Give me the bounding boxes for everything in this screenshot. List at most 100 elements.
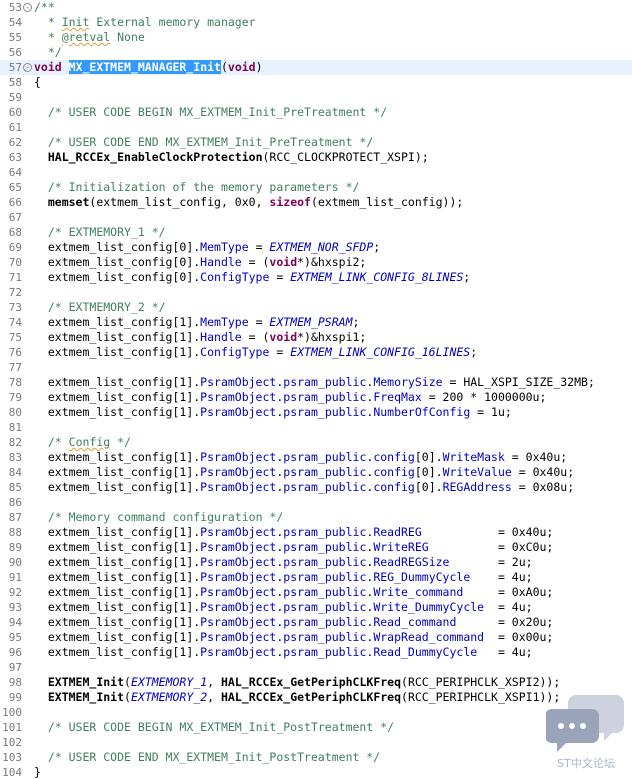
code-line[interactable]: 62 /* USER CODE END MX_EXTMEM_Init_PreTr… — [0, 135, 632, 150]
code-token: Write_command — [373, 585, 464, 599]
code-line[interactable]: 79 extmem_list_config[1].PsramObject.psr… — [0, 390, 632, 405]
line-number: 97 — [8, 661, 22, 674]
code-token: config — [373, 465, 415, 479]
code-token: ; — [470, 345, 478, 359]
line-number: 81 — [8, 421, 22, 434]
code-token: extmem_list_config[1]. — [34, 465, 201, 479]
code-token: EXTMEM_LINK_CONFIG_16LINES — [290, 345, 471, 359]
code-line[interactable]: 90 extmem_list_config[1].PsramObject.psr… — [0, 555, 632, 570]
line-text: extmem_list_config[0].MemType = EXTMEM_N… — [34, 240, 380, 255]
code-token: EXTMEM_LINK_CONFIG_8LINES — [290, 270, 464, 284]
code-line[interactable]: 54 * Init External memory manager — [0, 15, 632, 30]
code-token: EXTMEMORY_1 — [130, 675, 208, 689]
code-line[interactable]: 60 /* USER CODE BEGIN MX_EXTMEM_Init_Pre… — [0, 105, 632, 120]
code-line[interactable]: 94 extmem_list_config[1].PsramObject.psr… — [0, 615, 632, 630]
code-line[interactable]: 65 /* Initialization of the memory param… — [0, 180, 632, 195]
code-line[interactable]: 96 extmem_list_config[1].PsramObject.psr… — [0, 645, 632, 660]
line-number: 72 — [8, 286, 22, 299]
code-line[interactable]: 56 */ — [0, 45, 632, 60]
line-number: 104 — [2, 766, 22, 779]
line-text: extmem_list_config[1].Handle = (void*)&h… — [34, 330, 367, 345]
code-line[interactable]: 69 extmem_list_config[0].MemType = EXTME… — [0, 240, 632, 255]
code-token: extmem_list_config[1]. — [34, 645, 201, 659]
code-line[interactable]: 95 extmem_list_config[1].PsramObject.psr… — [0, 630, 632, 645]
code-line[interactable]: 84 extmem_list_config[1].PsramObject.psr… — [0, 465, 632, 480]
code-token: extmem_list_config[1]. — [34, 525, 201, 539]
line-number: 84 — [8, 466, 22, 479]
code-line[interactable]: 53-/** — [0, 0, 632, 15]
code-line[interactable]: 104} — [0, 765, 632, 779]
line-number: 73 — [8, 301, 22, 314]
code-token: = 2u; — [449, 555, 533, 569]
code-token: = — [269, 270, 291, 284]
code-line[interactable]: 64 — [0, 165, 632, 180]
code-token: [0]. — [414, 480, 443, 494]
code-line[interactable]: 98 EXTMEM_Init(EXTMEMORY_1, HAL_RCCEx_Ge… — [0, 675, 632, 690]
code-line[interactable]: 72 — [0, 285, 632, 300]
code-line[interactable]: 73 /* EXTMEMORY_2 */ — [0, 300, 632, 315]
code-line[interactable]: 82 /* Config */ — [0, 435, 632, 450]
code-line[interactable]: 76 extmem_list_config[1].ConfigType = EX… — [0, 345, 632, 360]
code-line[interactable]: 66 memset(extmem_list_config, 0x0, sizeo… — [0, 195, 632, 210]
code-line[interactable]: 67 — [0, 210, 632, 225]
code-line[interactable]: 68 /* EXTMEMORY_1 */ — [0, 225, 632, 240]
code-line[interactable]: 59 — [0, 90, 632, 105]
line-number: 65 — [8, 181, 22, 194]
code-editor[interactable]: 53-/** 54 * Init External memory manager 5… — [0, 0, 632, 779]
code-line[interactable]: 102 — [0, 735, 632, 750]
code-line[interactable]: 80 extmem_list_config[1].PsramObject.psr… — [0, 405, 632, 420]
code-line[interactable]: 100 — [0, 705, 632, 720]
fold-toggle-icon[interactable]: - — [23, 3, 32, 12]
code-line[interactable]: 57- void MX_EXTMEM_MANAGER_Init(void) — [0, 60, 632, 75]
code-line[interactable]: 83 extmem_list_config[1].PsramObject.psr… — [0, 450, 632, 465]
code-line[interactable]: 75 extmem_list_config[1].Handle = (void*… — [0, 330, 632, 345]
code-line[interactable]: 85 extmem_list_config[1].PsramObject.psr… — [0, 480, 632, 495]
st-forum-watermark: ST中文论坛 — [545, 689, 626, 771]
line-number: 76 — [8, 346, 22, 359]
code-line[interactable]: 61 — [0, 120, 632, 135]
line-text: HAL_RCCEx_EnableClockProtection(RCC_CLOC… — [34, 150, 429, 165]
code-token: = 4u; — [470, 570, 533, 584]
line-text: extmem_list_config[1].PsramObject.psram_… — [34, 405, 512, 420]
code-token: extmem_list_config[1]. — [34, 405, 201, 419]
code-line[interactable]: 70 extmem_list_config[0].Handle = (void*… — [0, 255, 632, 270]
code-line[interactable]: 87 /* Memory command configuration */ — [0, 510, 632, 525]
code-token: */ — [110, 435, 131, 449]
code-line[interactable]: 81 — [0, 420, 632, 435]
code-line[interactable]: 74 extmem_list_config[1].MemType = EXTME… — [0, 315, 632, 330]
code-token: { — [34, 75, 41, 89]
code-line[interactable]: 101 /* USER CODE BEGIN MX_EXTMEM_Init_Po… — [0, 720, 632, 735]
code-token: ReadREGSize — [373, 555, 450, 569]
code-token: ConfigType — [200, 270, 270, 284]
code-token: /* Memory command configuration */ — [47, 510, 284, 524]
code-line[interactable]: 91 extmem_list_config[1].PsramObject.psr… — [0, 570, 632, 585]
code-line[interactable]: 103 /* USER CODE END MX_EXTMEM_Init_Post… — [0, 750, 632, 765]
code-token: psram_public — [283, 645, 367, 659]
line-text: /* USER CODE BEGIN MX_EXTMEM_Init_PostTr… — [34, 720, 394, 735]
code-token: /* EXTMEMORY_1 */ — [47, 225, 166, 239]
code-line[interactable]: 77 — [0, 360, 632, 375]
code-line[interactable]: 86 — [0, 495, 632, 510]
code-token: psram_public — [283, 525, 367, 539]
line-number: 79 — [8, 391, 22, 404]
fold-toggle-icon[interactable]: - — [23, 63, 32, 72]
code-line[interactable]: 97 — [0, 660, 632, 675]
code-line[interactable]: 63 HAL_RCCEx_EnableClockProtection(RCC_C… — [0, 150, 632, 165]
code-line[interactable]: 58 { — [0, 75, 632, 90]
line-number: 100 — [2, 706, 22, 719]
code-line[interactable]: 92 extmem_list_config[1].PsramObject.psr… — [0, 585, 632, 600]
code-token: @retval — [61, 30, 111, 44]
code-line[interactable]: 89 extmem_list_config[1].PsramObject.psr… — [0, 540, 632, 555]
code-line[interactable]: 55 * @retval None — [0, 30, 632, 45]
chat-bubbles-icon — [545, 695, 624, 752]
code-line[interactable]: 99 EXTMEM_Init(EXTMEMORY_2, HAL_RCCEx_Ge… — [0, 690, 632, 705]
line-text: extmem_list_config[1].PsramObject.psram_… — [34, 600, 533, 615]
code-line[interactable]: 88 extmem_list_config[1].PsramObject.psr… — [0, 525, 632, 540]
code-token: extmem_list_config[1]. — [34, 555, 201, 569]
code-line[interactable]: 71 extmem_list_config[0].ConfigType = EX… — [0, 270, 632, 285]
code-line[interactable]: 78 extmem_list_config[1].PsramObject.psr… — [0, 375, 632, 390]
code-token: psram_public — [283, 405, 367, 419]
code-line[interactable]: 93 extmem_list_config[1].PsramObject.psr… — [0, 600, 632, 615]
